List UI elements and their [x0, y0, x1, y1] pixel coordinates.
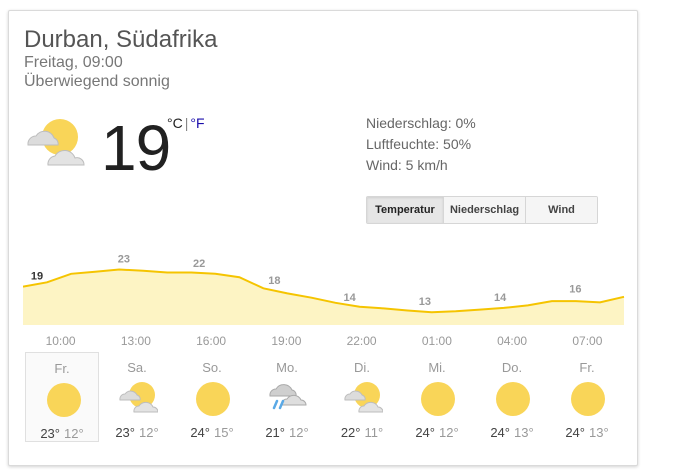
day-temps: 23° 12°	[26, 426, 98, 441]
day-name: Fr.	[579, 360, 595, 375]
low-temp: 12°	[289, 425, 309, 440]
forecast-day[interactable]: Sa. 23° 12°	[100, 352, 174, 442]
day-temps: 22° 11°	[325, 425, 399, 440]
temperature-chart-svg: 19 23 22 18 14 13 14 16 10:00 13:00 16:00 19:00 22:0…	[23, 254, 625, 347]
partly-cloudy-icon	[343, 379, 384, 419]
forecast-day[interactable]: Di. 22° 11°	[325, 352, 399, 442]
low-temp: 13°	[589, 425, 609, 440]
rain-cloud-icon	[268, 379, 308, 419]
high-temp: 21°	[265, 425, 285, 440]
low-temp: 11°	[364, 425, 384, 440]
day-temps: 24° 13°	[550, 425, 624, 440]
low-temp: 12°	[439, 425, 459, 440]
unit-separator: |	[184, 115, 189, 131]
datetime-label: Freitag, 09:00	[24, 54, 123, 71]
day-name: Di.	[354, 360, 370, 375]
high-temp: 24°	[415, 425, 435, 440]
day-temps: 24° 13°	[475, 425, 549, 440]
high-temp: 24°	[565, 425, 585, 440]
high-temp: 23°	[40, 426, 60, 441]
day-temps: 21° 12°	[250, 425, 324, 440]
tab-wind[interactable]: Wind	[525, 197, 597, 223]
day-temps: 23° 12°	[100, 425, 174, 440]
day-name: Fr.	[54, 361, 70, 376]
tab-temperature[interactable]: Temperatur	[367, 197, 443, 223]
forecast-day[interactable]: Fr. 23° 12°	[25, 352, 99, 442]
temperature-value-label: 13	[419, 296, 431, 308]
day-name: Do.	[501, 360, 523, 375]
unit-toggle: °C | °F	[167, 115, 205, 131]
forecast-day[interactable]: Mi. 24° 12°	[400, 352, 474, 442]
day-temps: 24° 15°	[175, 425, 249, 440]
temperature-chart: 19 23 22 18 14 13 14 16 10:00 13:00 16:00 19:00 22:0…	[23, 237, 625, 347]
day-name: Mi.	[428, 360, 446, 375]
low-temp: 12°	[139, 425, 159, 440]
temperature-value-label: 16	[569, 283, 581, 295]
time-tick-label: 07:00	[572, 334, 602, 347]
time-tick-label: 13:00	[121, 334, 151, 347]
low-temp: 12°	[64, 426, 84, 441]
daily-forecast: Fr. 23° 12° Sa. 23° 12° So. 24° 15° Mo. 21°…	[23, 352, 625, 448]
time-tick-label: 10:00	[46, 334, 76, 347]
day-name: Sa.	[127, 360, 147, 375]
time-tick-label: 19:00	[271, 334, 301, 347]
time-tick-label: 04:00	[497, 334, 527, 347]
chart-tabs: Temperatur Niederschlag Wind	[366, 196, 598, 224]
low-temp: 15°	[214, 425, 234, 440]
time-tick-label: 22:00	[347, 334, 377, 347]
temperature-area	[23, 269, 624, 325]
time-tick-label: 16:00	[196, 334, 226, 347]
day-temps: 24° 12°	[400, 425, 474, 440]
time-tick-label: 01:00	[422, 334, 452, 347]
location-title: Durban, Südafrika	[24, 26, 218, 53]
high-temp: 24°	[490, 425, 510, 440]
forecast-day[interactable]: Fr. 24° 13°	[550, 352, 624, 442]
partly-cloudy-icon	[24, 115, 88, 179]
forecast-day[interactable]: Do. 24° 13°	[475, 352, 549, 442]
temperature-value-label: 18	[268, 275, 280, 287]
sun-icon	[568, 379, 608, 419]
celsius-unit: °C	[167, 115, 183, 131]
current-temperature: 19	[101, 112, 171, 184]
sun-icon	[44, 380, 84, 420]
temperature-value-label: 23	[118, 254, 130, 266]
sun-icon	[418, 379, 458, 419]
humidity-label: Luftfeuchte: 50%	[366, 136, 472, 152]
partly-cloudy-icon	[118, 379, 159, 419]
day-name: Mo.	[276, 360, 298, 375]
temperature-value-label: 14	[494, 292, 507, 304]
high-temp: 24°	[190, 425, 210, 440]
temperature-value-label: 14	[343, 292, 356, 304]
condition-label: Überwiegend sonnig	[24, 73, 170, 90]
weather-details: Niederschlag: 0% Luftfeuchte: 50% Wind: …	[366, 113, 476, 176]
wind-label: Wind: 5 km/h	[366, 157, 448, 173]
temperature-value-label: 19	[31, 271, 43, 283]
day-name: So.	[202, 360, 222, 375]
forecast-day[interactable]: So. 24° 15°	[175, 352, 249, 442]
weather-card: Durban, Südafrika Freitag, 09:00 Überwie…	[8, 10, 638, 466]
precipitation-label: Niederschlag: 0%	[366, 115, 476, 131]
high-temp: 23°	[115, 425, 135, 440]
sun-icon	[193, 379, 233, 419]
fahrenheit-link[interactable]: °F	[190, 115, 204, 131]
temperature-value-label: 22	[193, 258, 205, 270]
sun-icon	[493, 379, 533, 419]
high-temp: 22°	[340, 425, 361, 440]
low-temp: 13°	[514, 425, 534, 440]
tab-precipitation[interactable]: Niederschlag	[443, 197, 525, 223]
forecast-day[interactable]: Mo. 21° 12°	[250, 352, 324, 442]
